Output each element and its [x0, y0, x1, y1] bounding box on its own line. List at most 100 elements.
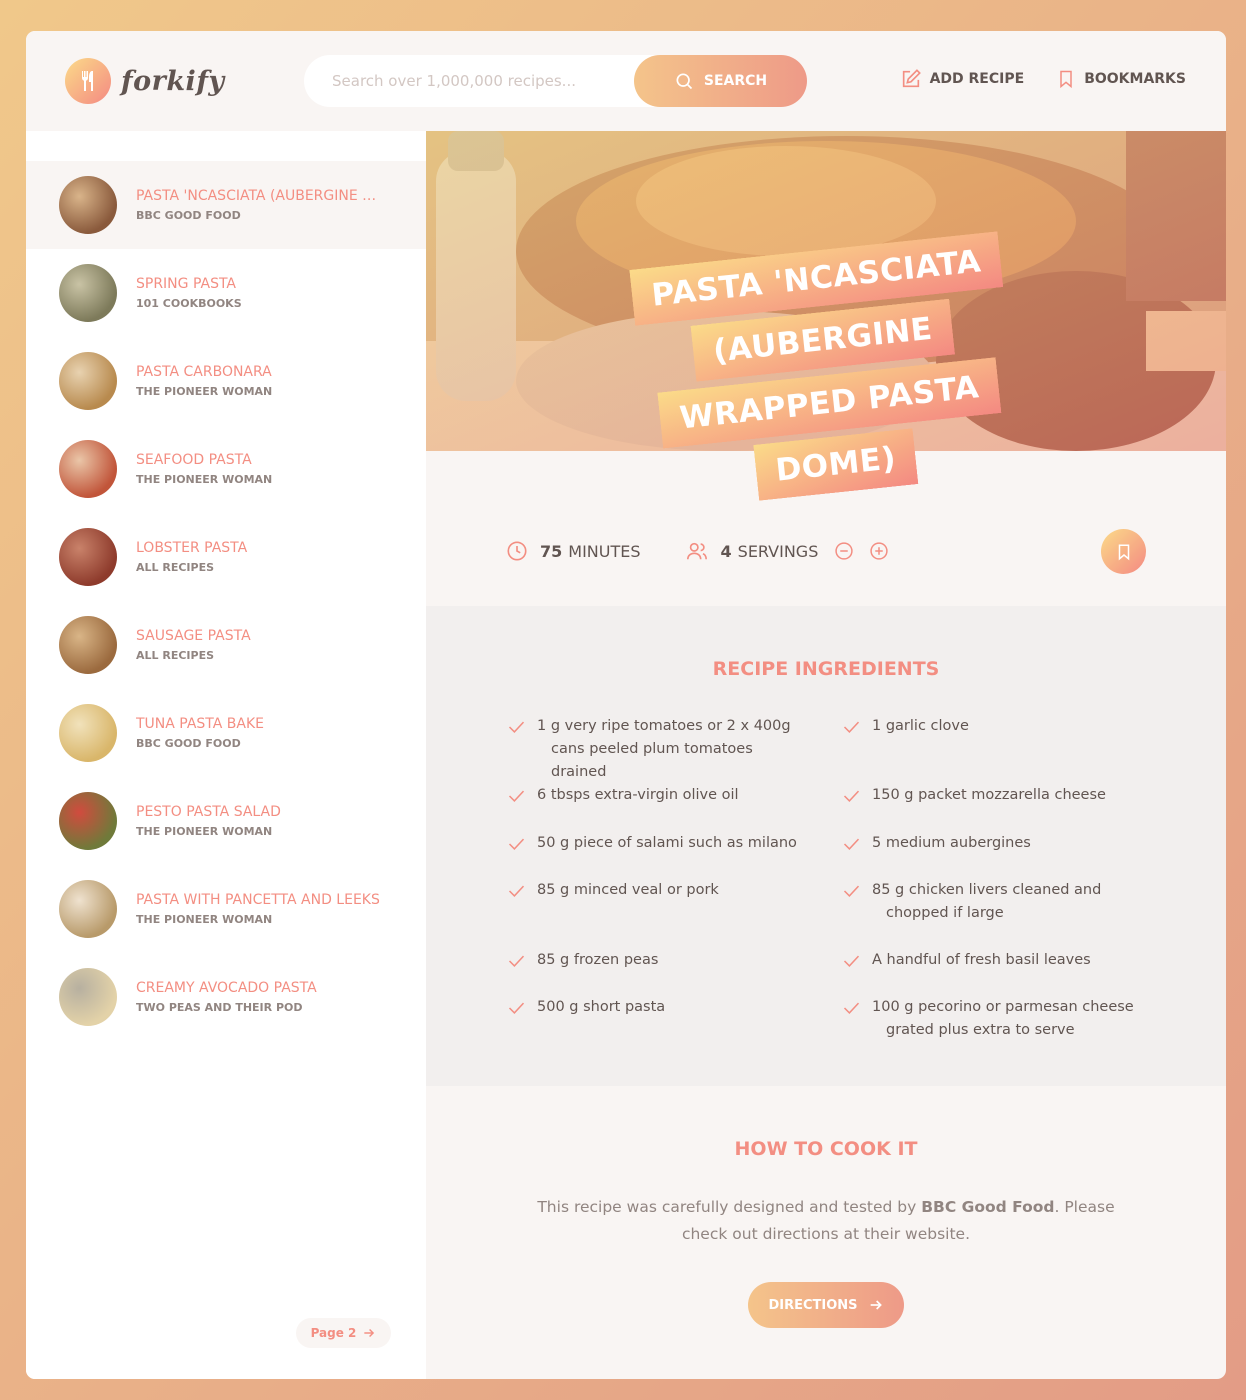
ingredient-item: 1 g very ripe tomatoes or 2 x 400g cans p…: [508, 715, 812, 784]
result-item[interactable]: Pasta with Pancetta and Leeks The Pioneer…: [26, 865, 426, 953]
ingredient-line-2: grated plus extra to serve: [886, 1022, 1075, 1038]
result-title: Pesto Pasta Salad: [136, 804, 281, 820]
result-item[interactable]: Tuna Pasta Bake BBC Good Food: [26, 689, 426, 777]
ingredient-line: 100 g pecorino or parmesan cheese: [872, 999, 1134, 1015]
top-nav: Add recipe Bookmarks: [900, 68, 1186, 90]
check-icon: [508, 721, 525, 734]
ingredient-text: A handful of fresh basil leaves: [872, 949, 1147, 972]
check-icon: [843, 838, 860, 851]
search-icon: [676, 73, 692, 90]
ingredient-line: 50 g piece of salami such as milano: [537, 835, 797, 851]
result-item[interactable]: Lobster Pasta All Recipes: [26, 513, 426, 601]
result-text: Sausage Pasta All Recipes: [136, 628, 382, 662]
directions-text-before: This recipe was carefully designed and t…: [537, 1198, 922, 1216]
directions-section: How to cook it This recipe was carefully…: [426, 1086, 1226, 1379]
ingredient-line-2: cans peeled plum tomatoes drained: [551, 741, 753, 780]
result-text: Lobster Pasta All Recipes: [136, 540, 382, 574]
edit-icon: [902, 69, 921, 88]
result-title: Creamy Avocado Pasta: [136, 980, 317, 996]
ingredient-line: 85 g frozen peas: [537, 952, 659, 968]
search-form: Search: [304, 55, 807, 107]
check-icon: [843, 1002, 860, 1015]
directions-publisher: BBC Good Food: [921, 1198, 1055, 1216]
ingredient-item: 5 medium aubergines: [843, 832, 1147, 855]
result-title: Spring Pasta: [136, 276, 237, 292]
result-item[interactable]: Pasta 'Ncasciata (Aubergine Wrapped Past…: [26, 161, 426, 249]
decrease-servings-button[interactable]: [834, 541, 866, 561]
result-text: Tuna Pasta Bake BBC Good Food: [136, 716, 382, 750]
result-thumbnail: [59, 528, 117, 586]
result-publisher: The Pioneer Woman: [136, 913, 273, 926]
result-title: Tuna Pasta Bake: [136, 716, 265, 732]
ingredient-item: 85 g chicken livers cleaned and chopped i…: [843, 879, 1147, 925]
bookmarks-button[interactable]: Bookmarks: [1056, 68, 1186, 90]
ingredient-line-2: chopped if large: [886, 905, 1004, 921]
ingredient-text: 50 g piece of salami such as milano: [537, 832, 812, 855]
result-thumbnail: [59, 968, 117, 1026]
ingredient-line: 6 tbsps extra-virgin olive oil: [537, 787, 739, 803]
recipe-title-text: Pasta 'Ncasciata (Aubergine Wrapped Past…: [628, 231, 1004, 502]
result-item[interactable]: Creamy Avocado Pasta Two Peas and Their P…: [26, 953, 426, 1041]
result-item[interactable]: Sausage Pasta All Recipes: [26, 601, 426, 689]
ingredient-item: 500 g short pasta: [508, 996, 812, 1019]
check-icon: [508, 790, 525, 803]
ingredient-text: 150 g packet mozzarella cheese: [872, 784, 1147, 807]
plus-circle-icon: [870, 542, 889, 560]
result-text: Pesto Pasta Salad The Pioneer Woman: [136, 804, 382, 838]
result-title: Pasta Carbonara: [136, 364, 272, 380]
ingredient-item: 50 g piece of salami such as milano: [508, 832, 812, 855]
increase-servings-button[interactable]: [869, 541, 901, 561]
result-publisher: The Pioneer Woman: [136, 385, 273, 398]
ingredient-line: 150 g packet mozzarella cheese: [872, 787, 1106, 803]
ingredient-text: 1 g very ripe tomatoes or 2 x 400g cans p…: [537, 715, 812, 784]
result-item[interactable]: Pesto Pasta Salad The Pioneer Woman: [26, 777, 426, 865]
result-thumbnail: [59, 264, 117, 322]
header: forkify Search Add recipe: [26, 31, 1226, 131]
result-item[interactable]: Seafood Pasta The Pioneer Woman: [26, 425, 426, 513]
result-publisher: The Pioneer Woman: [136, 825, 273, 838]
logo-text: forkify: [121, 65, 225, 97]
ingredient-text: 5 medium aubergines: [872, 832, 1147, 855]
ingredient-item: 150 g packet mozzarella cheese: [843, 784, 1147, 807]
recipe-view: Pasta 'Ncasciata (Aubergine Wrapped Past…: [426, 131, 1226, 1379]
ingredient-text: 500 g short pasta: [537, 996, 812, 1019]
bookmark-icon: [1060, 70, 1072, 89]
ingredient-item: 1 garlic clove: [843, 715, 1147, 738]
result-title: Seafood Pasta: [136, 452, 252, 468]
arrow-right-icon: [364, 1328, 375, 1338]
add-recipe-label: Add recipe: [929, 71, 1025, 87]
ingredient-line: 85 g chicken livers cleaned and: [872, 882, 1102, 898]
result-text: Pasta Carbonara The Pioneer Woman: [136, 364, 382, 398]
cooking-time: 75 minutes: [506, 540, 641, 562]
result-title: Lobster Pasta: [136, 540, 248, 556]
add-recipe-button[interactable]: Add recipe: [900, 68, 1025, 90]
result-title: Sausage Pasta: [136, 628, 251, 644]
directions-button[interactable]: Directions: [748, 1282, 904, 1328]
recipe-title: Pasta 'Ncasciata (Aubergine Wrapped Past…: [614, 226, 1038, 516]
fork-knife-icon: [65, 58, 111, 104]
result-thumbnail: [59, 616, 117, 674]
directions-button-label: Directions: [768, 1297, 858, 1313]
directions-heading: How to cook it: [734, 1138, 918, 1160]
result-item[interactable]: Pasta Carbonara The Pioneer Woman: [26, 337, 426, 425]
ingredient-item: A handful of fresh basil leaves: [843, 949, 1147, 972]
search-button[interactable]: Search: [634, 55, 807, 107]
check-icon: [508, 885, 525, 898]
result-text: Pasta 'Ncasciata (Aubergine Wrapped Past…: [136, 188, 382, 222]
cooking-time-unit: minutes: [568, 541, 641, 561]
users-icon: [686, 542, 707, 560]
result-publisher: All Recipes: [136, 561, 215, 574]
servings-unit: servings: [737, 541, 819, 561]
search-results: Pasta 'Ncasciata (Aubergine Wrapped Past…: [26, 131, 426, 1379]
result-thumbnail: [59, 352, 117, 410]
bookmark-recipe-button[interactable]: [1101, 529, 1146, 574]
result-item[interactable]: Spring Pasta 101 Cookbooks: [26, 249, 426, 337]
cooking-time-value: 75: [540, 541, 563, 561]
recipe-details: 75 minutes 4 servings: [426, 526, 1226, 576]
result-thumbnail: [59, 176, 117, 234]
next-page-button[interactable]: Page 2: [296, 1318, 391, 1348]
search-input[interactable]: [332, 55, 632, 107]
ingredient-line: A handful of fresh basil leaves: [872, 952, 1091, 968]
ingredient-text: 85 g frozen peas: [537, 949, 812, 972]
logo[interactable]: forkify: [65, 58, 225, 104]
